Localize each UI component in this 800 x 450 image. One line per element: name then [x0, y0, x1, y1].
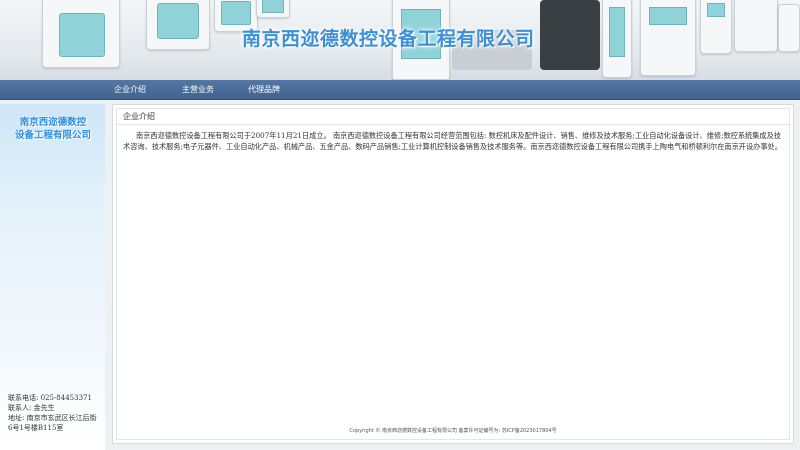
sidebar-logo: 南京西迩德数控 设备工程有限公司	[4, 116, 102, 142]
sidebar-logo-line1: 南京西迩德数控	[19, 117, 87, 128]
nav-item-main-business[interactable]: 主营业务	[182, 80, 214, 100]
banner-device-image	[640, 0, 696, 76]
contact-phone: 联系电话: 025-84453371	[8, 394, 92, 402]
banner-device-image	[602, 0, 632, 78]
main-panel-inner: 企业介绍 南京西迩德数控设备工程有限公司于2007年11月21日成立。 南京西迩…	[116, 108, 790, 440]
company-title: 南京西迩德数控设备工程有限公司	[242, 28, 535, 50]
sidebar-logo-line2: 设备工程有限公司	[14, 130, 91, 141]
nav-item-company-intro[interactable]: 企业介绍	[114, 80, 146, 100]
contact-person: 联系人: 金先生	[8, 404, 55, 412]
banner-device-image	[540, 0, 600, 70]
main-nav: 企业介绍 主营业务 代理品牌	[0, 80, 800, 100]
banner-device-image	[256, 0, 290, 18]
banner-device-image	[42, 0, 120, 68]
banner-device-image	[146, 0, 210, 50]
footer-copyright: Copyright © 南京西迩德数控设备工程有限公司 备案许可证编号为: 苏I…	[349, 428, 557, 434]
nav-item-agency-brands[interactable]: 代理品牌	[248, 80, 280, 100]
section-title: 企业介绍	[117, 109, 789, 125]
banner-device-image	[778, 4, 800, 52]
banner-device-image	[700, 0, 732, 54]
banner-device-image	[734, 0, 778, 52]
company-description: 南京西迩德数控设备工程有限公司于2007年11月21日成立。 南京西迩德数控设备…	[123, 131, 782, 151]
contact-address-line2: 6号1号楼B115室	[8, 424, 64, 432]
contact-info: 联系电话: 025-84453371 联系人: 金先生 地址: 南京市玄武区长江…	[8, 393, 104, 433]
contact-address-line1: 地址: 南京市玄武区长江后街	[8, 414, 97, 422]
header-banner: 南京西迩德数控设备工程有限公司	[0, 0, 800, 80]
main-panel: 企业介绍 南京西迩德数控设备工程有限公司于2007年11月21日成立。 南京西迩…	[112, 104, 794, 444]
